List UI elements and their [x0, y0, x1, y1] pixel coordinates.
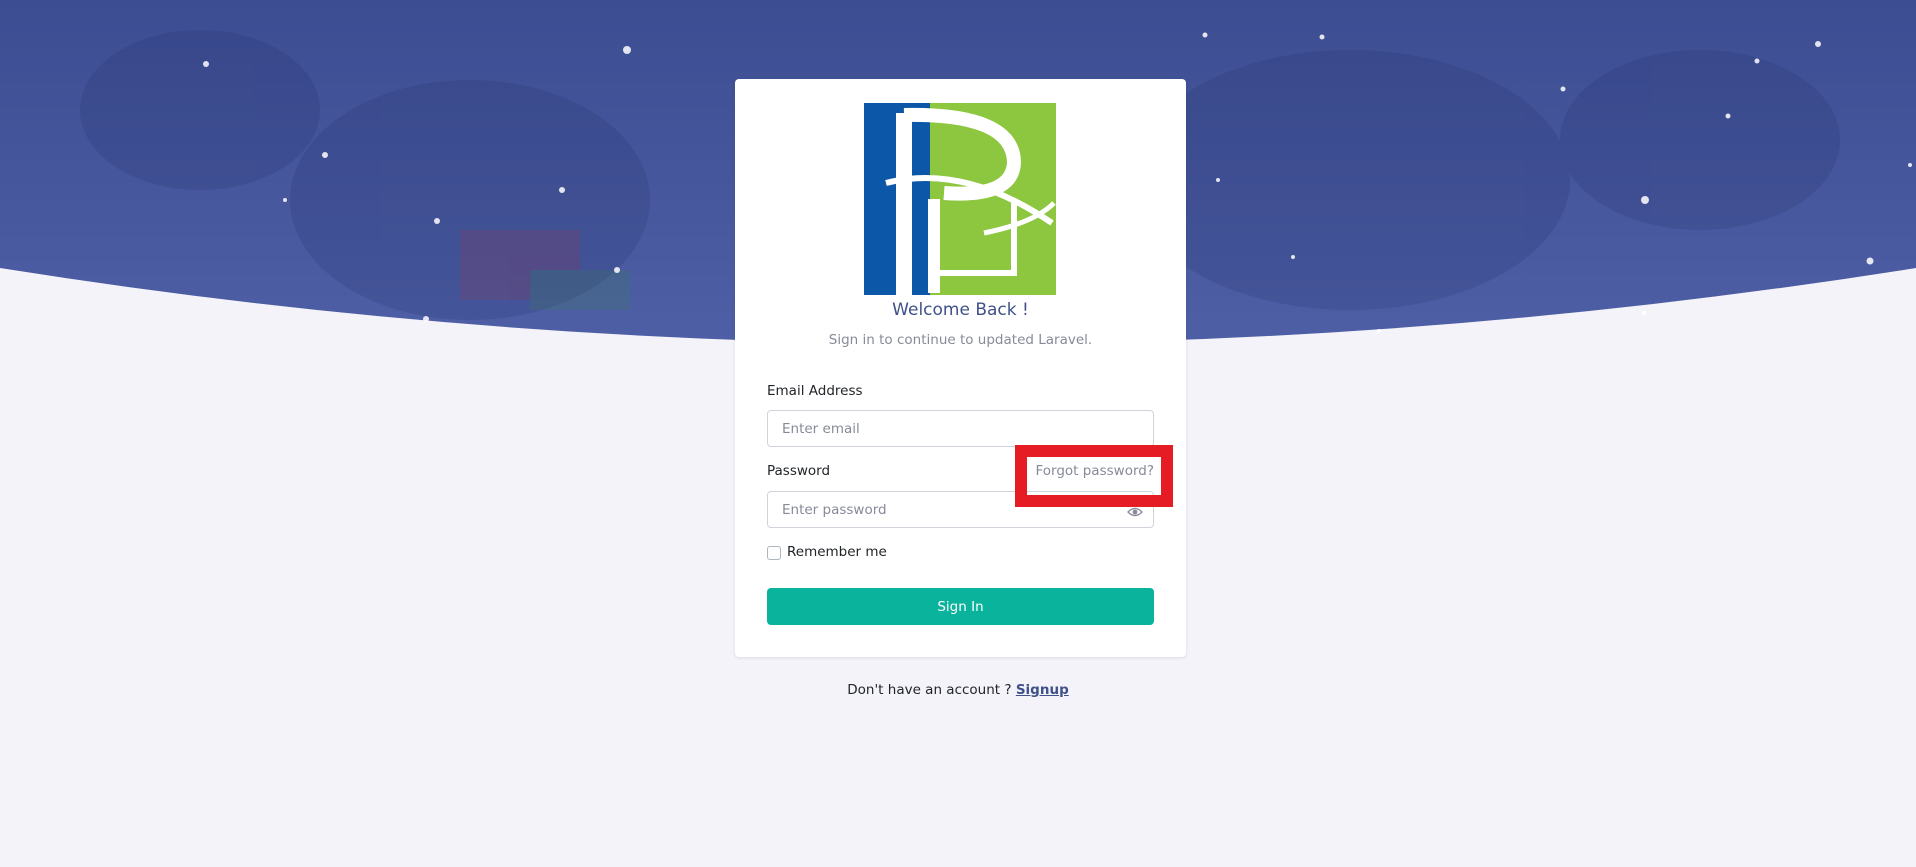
remember-me-label: Remember me [787, 544, 887, 560]
brand-logo [864, 103, 1056, 295]
email-label: Email Address [767, 383, 863, 399]
signup-prompt-text: Don't have an account ? [847, 682, 1012, 698]
remember-me-checkbox[interactable] [767, 546, 781, 560]
password-label: Password [767, 463, 831, 479]
signup-prompt: Don't have an account ? Signup [0, 682, 1916, 698]
logo-icon [864, 103, 1056, 295]
annotation-highlight-box [1015, 445, 1173, 507]
signin-subtitle: Sign in to continue to updated Laravel. [828, 332, 1093, 348]
signup-link[interactable]: Signup [1016, 682, 1069, 698]
sign-in-button[interactable]: Sign In [767, 588, 1154, 625]
login-card: Welcome Back ! Sign in to continue to up… [735, 79, 1186, 657]
welcome-title: Welcome Back ! [892, 300, 1029, 320]
email-input[interactable] [767, 410, 1154, 447]
